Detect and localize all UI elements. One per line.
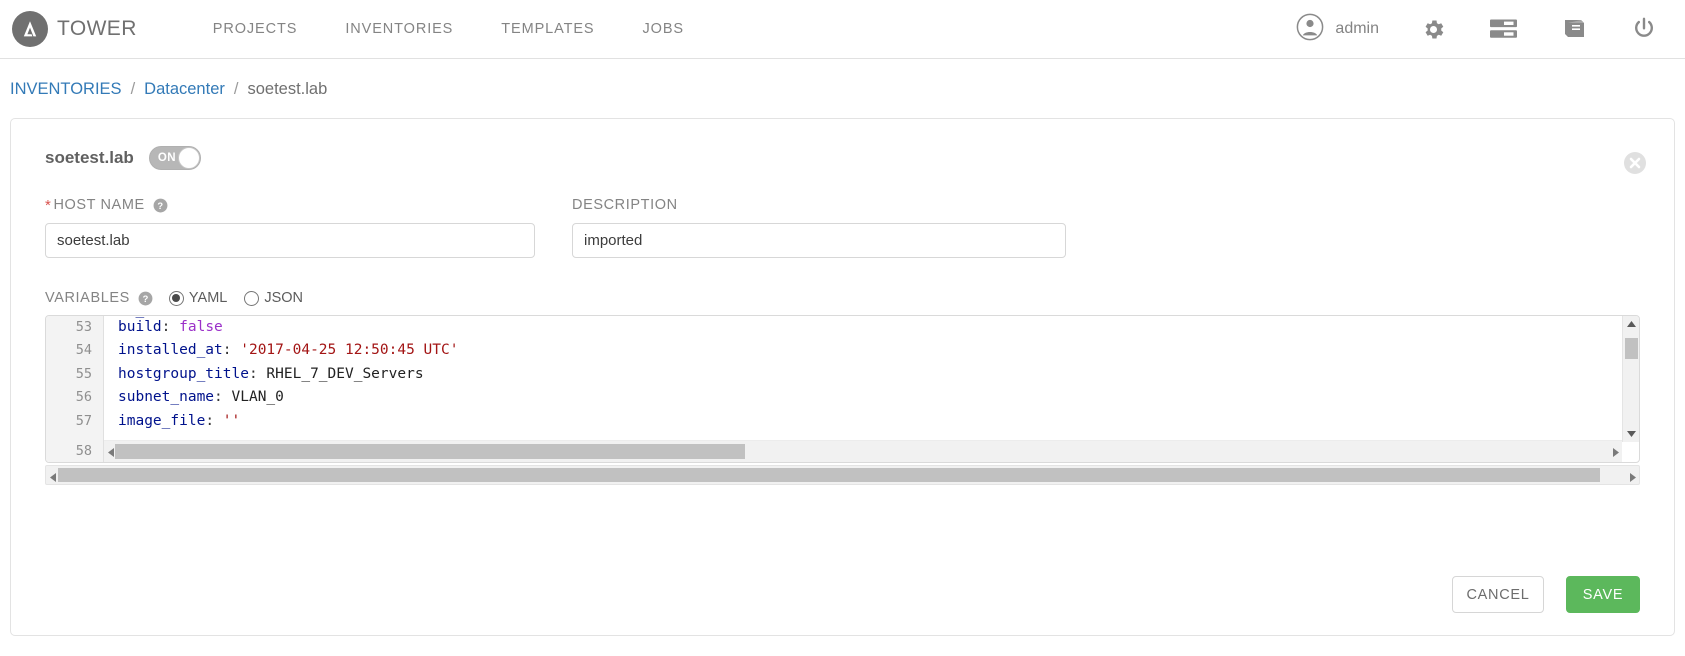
user-menu[interactable]: admin <box>1296 13 1379 46</box>
hostname-label: * HOST NAME ? <box>45 196 535 214</box>
nav-inventories[interactable]: INVENTORIES <box>321 21 477 37</box>
code-token: installed_at <box>118 342 223 359</box>
svg-text:?: ? <box>157 200 163 210</box>
hostname-input[interactable] <box>45 223 535 258</box>
editor-last-line-number: 58 <box>46 440 104 462</box>
editor-line-number-gutter: 53 54 55 56 57 <box>46 316 104 442</box>
top-navigation-bar: TOWER PROJECTS INVENTORIES TEMPLATES JOB… <box>0 0 1685 59</box>
radio-yaml[interactable]: YAML <box>168 290 228 306</box>
nav-right-group: admin <box>1296 13 1665 46</box>
power-icon[interactable] <box>1631 16 1657 42</box>
cancel-button[interactable]: CANCEL <box>1452 576 1544 613</box>
description-input[interactable] <box>572 223 1066 258</box>
code-token: VLAN_0 <box>231 389 284 406</box>
scroll-down-arrow-icon[interactable] <box>1623 427 1639 441</box>
vertical-scrollbar-thumb[interactable] <box>1625 338 1638 359</box>
panel-horizontal-scrollbar[interactable] <box>45 465 1640 485</box>
code-token: : <box>161 319 180 335</box>
description-label-text: DESCRIPTION <box>572 197 678 213</box>
code-token: : <box>248 365 267 382</box>
save-button[interactable]: SAVE <box>1566 576 1640 613</box>
server-list-icon[interactable] <box>1490 19 1517 39</box>
close-circle-icon[interactable] <box>1623 151 1647 175</box>
description-field-group: DESCRIPTION <box>572 196 1066 258</box>
brand-name: TOWER <box>57 17 137 40</box>
editor-code-line: subnet_name: VLAN_0 <box>118 386 1639 409</box>
breadcrumb-separator: / <box>233 80 239 98</box>
user-name: admin <box>1335 20 1379 37</box>
horizontal-scrollbar-thumb[interactable] <box>115 444 745 459</box>
tower-a-logo-icon <box>12 11 48 47</box>
scroll-right-arrow-icon[interactable] <box>1609 441 1622 462</box>
editor-code-area[interactable]: _ build: falseinstalled_at: '2017-04-25 … <box>104 316 1639 442</box>
hostname-label-text: HOST NAME <box>53 197 145 213</box>
editor-clipped-line: _ <box>118 316 144 322</box>
form-row: * HOST NAME ? DESCRIPTION <box>45 196 1640 258</box>
code-token: '2017-04-25 12:50:45 UTC' <box>240 342 459 359</box>
code-token: : <box>222 342 241 359</box>
host-enabled-toggle[interactable]: ON <box>148 146 201 170</box>
toggle-state-label: ON <box>157 152 177 164</box>
question-circle-icon[interactable]: ? <box>138 291 153 306</box>
scroll-up-arrow-icon[interactable] <box>1623 317 1639 331</box>
code-token: : <box>205 412 223 429</box>
breadcrumb-item-datacenter[interactable]: Datacenter <box>144 80 225 99</box>
editor-code-line: hostgroup_title: RHEL_7_DEV_Servers <box>118 363 1639 386</box>
editor-horizontal-scrollbar[interactable] <box>104 440 1622 462</box>
page-title: soetest.lab <box>45 148 134 167</box>
card-header: soetest.lab ON <box>45 119 1640 170</box>
hostname-field-group: * HOST NAME ? <box>45 196 535 258</box>
question-circle-icon[interactable]: ? <box>153 198 168 213</box>
editor-vertical-scrollbar[interactable] <box>1622 316 1639 442</box>
editor-line-number: 55 <box>75 365 92 382</box>
gear-icon[interactable] <box>1421 17 1446 42</box>
code-token: : <box>214 389 232 406</box>
editor-code-line: installed_at: '2017-04-25 12:50:45 UTC' <box>118 339 1639 362</box>
code-token: subnet_name <box>118 389 215 406</box>
nav-projects[interactable]: PROJECTS <box>189 21 322 37</box>
code-token: hostgroup_title <box>118 365 249 382</box>
required-marker: * <box>45 196 52 214</box>
brand-home-link[interactable]: TOWER <box>12 11 137 47</box>
description-label: DESCRIPTION <box>572 196 1066 214</box>
editor-code-line: image_file: '' <box>118 410 1639 433</box>
variables-header: VARIABLES ? YAML JSON <box>45 290 1640 306</box>
radio-json[interactable]: JSON <box>244 290 303 306</box>
svg-text:?: ? <box>143 293 149 303</box>
book-icon[interactable] <box>1561 17 1587 41</box>
code-token: RHEL_7_DEV_Servers <box>266 365 424 382</box>
radio-json-label: JSON <box>264 290 304 306</box>
editor-line-number: 57 <box>75 412 92 429</box>
code-token: false <box>179 319 223 335</box>
breadcrumb: INVENTORIES / Datacenter / soetest.lab <box>0 59 1685 118</box>
user-avatar-icon <box>1296 13 1324 46</box>
host-edit-card: soetest.lab ON * HOST NAME ? DESCRIPT <box>10 118 1675 636</box>
code-token: image_file <box>118 412 206 429</box>
nav-templates[interactable]: TEMPLATES <box>477 21 618 37</box>
editor-line-number: 54 <box>75 342 92 359</box>
primary-nav: PROJECTS INVENTORIES TEMPLATES JOBS <box>189 21 708 37</box>
editor-line-number: 56 <box>75 389 92 406</box>
variables-label: VARIABLES <box>45 290 130 306</box>
nav-jobs[interactable]: JOBS <box>619 21 708 37</box>
variables-format-radio-group: YAML JSON <box>168 290 320 306</box>
radio-json-circle <box>244 290 260 306</box>
code-token: '' <box>222 412 241 429</box>
radio-yaml-circle <box>168 290 184 306</box>
breadcrumb-item-inventories[interactable]: INVENTORIES <box>10 80 122 99</box>
breadcrumb-separator: / <box>130 80 136 98</box>
editor-body: 5354555657 _ build: falseinstalled_at: '… <box>46 316 1639 442</box>
editor-line-number: 53 <box>75 319 92 335</box>
toggle-knob <box>177 147 200 169</box>
panel-scroll-right-arrow-icon[interactable] <box>1626 466 1639 488</box>
breadcrumb-item-current: soetest.lab <box>247 80 328 98</box>
variables-code-editor[interactable]: 5354555657 _ build: falseinstalled_at: '… <box>45 315 1640 463</box>
editor-code-line: build: false <box>118 316 1639 339</box>
card-action-buttons: CANCEL SAVE <box>1452 576 1640 613</box>
panel-horizontal-scrollbar-thumb[interactable] <box>58 468 1600 482</box>
radio-yaml-label: YAML <box>188 290 228 306</box>
